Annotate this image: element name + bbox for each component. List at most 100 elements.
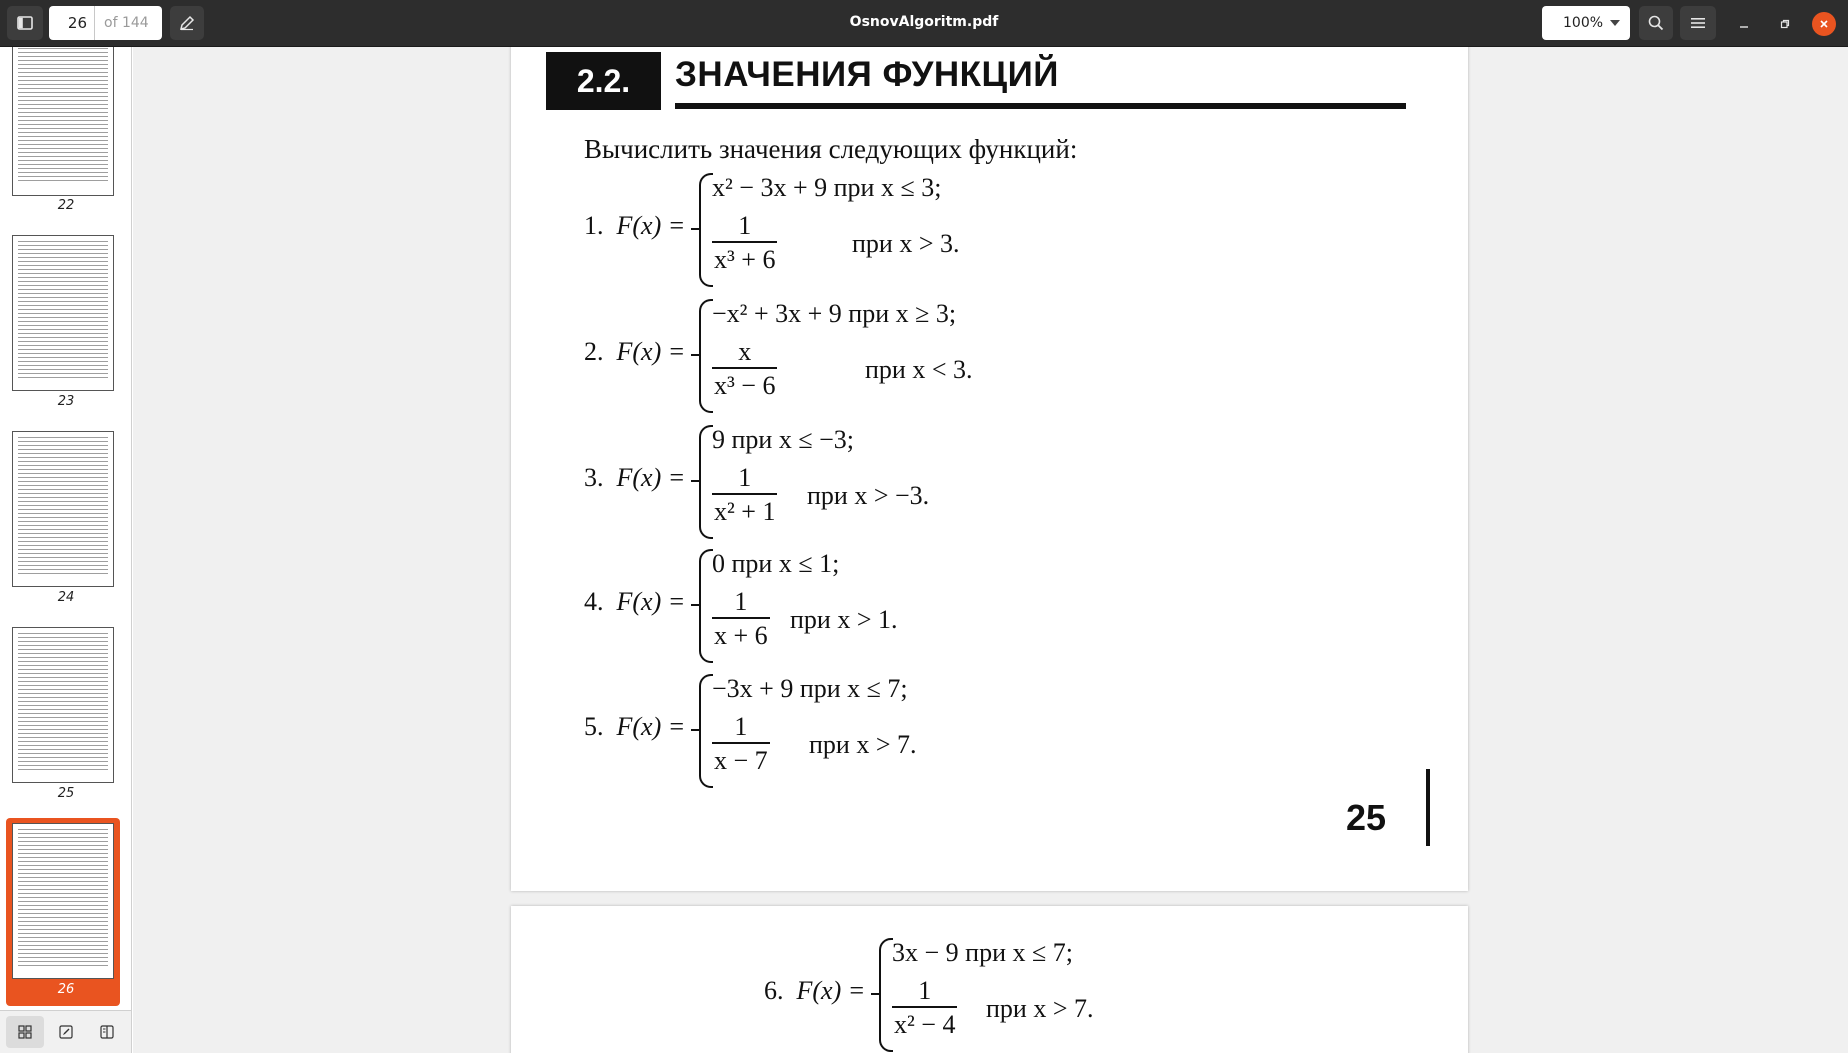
minimize-button[interactable] bbox=[1732, 12, 1756, 36]
case-brace-tip bbox=[691, 480, 701, 482]
chevron-down-icon bbox=[1610, 20, 1620, 26]
function-item: 6. F(x) = 3x − 9 при x ≤ 7; 1 x² − 4 при… bbox=[764, 938, 1214, 1052]
fraction-numerator: 1 bbox=[738, 211, 752, 240]
case-brace bbox=[699, 425, 713, 539]
function-number: 6. bbox=[764, 976, 784, 1005]
section-title: ЗНАЧЕНИЯ ФУНКЦИЙ bbox=[675, 55, 1059, 94]
fraction-numerator: 1 bbox=[734, 712, 748, 741]
case-2-fraction: 1 x³ + 6 bbox=[712, 211, 778, 277]
case-1: 3x − 9 при x ≤ 7; bbox=[892, 938, 1073, 967]
thumbnail-sidebar: 22 23 24 25 26 bbox=[0, 47, 132, 1053]
fraction-denominator: x³ + 6 bbox=[712, 241, 778, 277]
fraction-numerator: x bbox=[738, 337, 752, 366]
close-icon bbox=[1820, 20, 1828, 28]
case-brace bbox=[699, 549, 713, 663]
grid-icon bbox=[18, 1025, 32, 1039]
case-brace bbox=[879, 938, 893, 1052]
zoom-select[interactable]: 100% bbox=[1542, 6, 1630, 40]
case-2-condition: при x > 7. bbox=[986, 994, 1094, 1023]
case-1: 9 при x ≤ −3; bbox=[712, 425, 854, 454]
search-icon bbox=[1648, 15, 1664, 31]
section-number: 2.2. bbox=[546, 52, 661, 110]
outline-icon bbox=[100, 1025, 114, 1039]
fraction-denominator: x + 6 bbox=[712, 617, 770, 653]
maximize-icon bbox=[1780, 19, 1790, 29]
function-label: 6. F(x) = bbox=[764, 976, 865, 1006]
page-number-input[interactable] bbox=[49, 6, 95, 40]
tab-thumbnails[interactable] bbox=[6, 1016, 44, 1048]
search-button[interactable] bbox=[1639, 6, 1673, 40]
annotations-icon bbox=[59, 1025, 73, 1039]
fraction-numerator: 1 bbox=[738, 463, 752, 492]
case-brace-tip bbox=[691, 729, 701, 731]
case-brace bbox=[699, 173, 713, 287]
sidebar-tabs bbox=[0, 1010, 131, 1053]
function-lhs: F(x) = bbox=[616, 211, 686, 240]
case-1: x² − 3x + 9 при x ≤ 3; bbox=[712, 173, 942, 202]
fraction-denominator: x² − 4 bbox=[892, 1006, 958, 1042]
case-2-condition: при x > −3. bbox=[807, 481, 930, 510]
case-brace bbox=[699, 674, 713, 788]
minimize-icon bbox=[1740, 26, 1748, 28]
function-item: 1. F(x) = x² − 3x + 9 при x ≤ 3; 1 x³ + … bbox=[584, 173, 1034, 287]
thumbnail-text-preview bbox=[18, 241, 108, 378]
case-1: −x² + 3x + 9 при x ≥ 3; bbox=[712, 299, 957, 328]
case-2-condition: при x > 1. bbox=[790, 605, 898, 634]
maximize-button[interactable] bbox=[1773, 12, 1797, 36]
fraction-denominator: x − 7 bbox=[712, 742, 770, 778]
case-1: −3x + 9 при x ≤ 7; bbox=[712, 674, 908, 703]
pdf-page: 6. F(x) = 3x − 9 при x ≤ 7; 1 x² − 4 при… bbox=[511, 906, 1468, 1053]
document-view[interactable]: 2.2. ЗНАЧЕНИЯ ФУНКЦИЙ Вычислить значения… bbox=[133, 47, 1848, 1053]
fraction-numerator: 1 bbox=[734, 587, 748, 616]
function-lhs: F(x) = bbox=[796, 976, 866, 1005]
page-thumbnail[interactable] bbox=[12, 431, 114, 587]
case-brace-tip bbox=[691, 228, 701, 230]
page-margin-bar bbox=[1426, 769, 1430, 846]
thumbnail-text-preview bbox=[18, 633, 108, 770]
thumbnail-text-preview bbox=[18, 48, 108, 183]
function-lhs: F(x) = bbox=[616, 463, 686, 492]
case-2-condition: при x < 3. bbox=[865, 355, 973, 384]
thumbnail-label: 23 bbox=[57, 394, 75, 409]
function-number: 2. bbox=[584, 337, 604, 366]
case-brace-tip bbox=[871, 993, 881, 995]
page-thumbnail[interactable] bbox=[12, 47, 114, 196]
section-title-rule bbox=[675, 103, 1406, 109]
case-2-fraction: 1 x − 7 bbox=[712, 712, 770, 778]
case-2-fraction: 1 x² + 1 bbox=[712, 463, 778, 529]
function-item: 4. F(x) = 0 при x ≤ 1; 1 x + 6 при x > 1… bbox=[584, 549, 1034, 663]
case-brace bbox=[699, 299, 713, 413]
case-2-fraction: x x³ − 6 bbox=[712, 337, 778, 403]
page-thumbnail[interactable] bbox=[12, 235, 114, 391]
case-2-condition: при x > 3. bbox=[852, 229, 960, 258]
tab-annotations[interactable] bbox=[47, 1016, 85, 1048]
thumbnail-text-preview bbox=[18, 829, 108, 966]
tab-outline[interactable] bbox=[88, 1016, 126, 1048]
function-number: 1. bbox=[584, 211, 604, 240]
menu-button[interactable] bbox=[1680, 6, 1716, 40]
thumbnail-label: 24 bbox=[57, 590, 75, 605]
function-item: 5. F(x) = −3x + 9 при x ≤ 7; 1 x − 7 при… bbox=[584, 674, 1034, 788]
close-button[interactable] bbox=[1812, 12, 1836, 36]
zoom-value: 100% bbox=[1563, 15, 1604, 31]
function-label: 4. F(x) = bbox=[584, 587, 685, 617]
intro-text: Вычислить значения следующих функций: bbox=[584, 134, 1078, 164]
page-thumbnail[interactable] bbox=[12, 627, 114, 783]
thumbnail-label: 25 bbox=[57, 786, 75, 801]
page-selector: of 144 bbox=[49, 6, 162, 40]
page-total-label: of 144 bbox=[104, 15, 149, 31]
pencil-icon bbox=[179, 15, 195, 31]
case-2-fraction: 1 x² − 4 bbox=[892, 976, 958, 1042]
annotate-button[interactable] bbox=[170, 6, 204, 40]
thumbnail-text-preview bbox=[18, 437, 108, 574]
sidebar-icon bbox=[17, 16, 33, 30]
case-brace-tip bbox=[691, 604, 701, 606]
function-number: 3. bbox=[584, 463, 604, 492]
pdf-page: 2.2. ЗНАЧЕНИЯ ФУНКЦИЙ Вычислить значения… bbox=[511, 47, 1468, 891]
header-bar: of 144 OsnovAlgoritm.pdf 100% bbox=[0, 0, 1848, 47]
sidebar-toggle-button[interactable] bbox=[7, 6, 43, 40]
fraction-denominator: x³ − 6 bbox=[712, 367, 778, 403]
function-item: 3. F(x) = 9 при x ≤ −3; 1 x² + 1 при x >… bbox=[584, 425, 1034, 539]
function-lhs: F(x) = bbox=[616, 337, 686, 366]
page-thumbnail-active[interactable] bbox=[12, 823, 114, 979]
